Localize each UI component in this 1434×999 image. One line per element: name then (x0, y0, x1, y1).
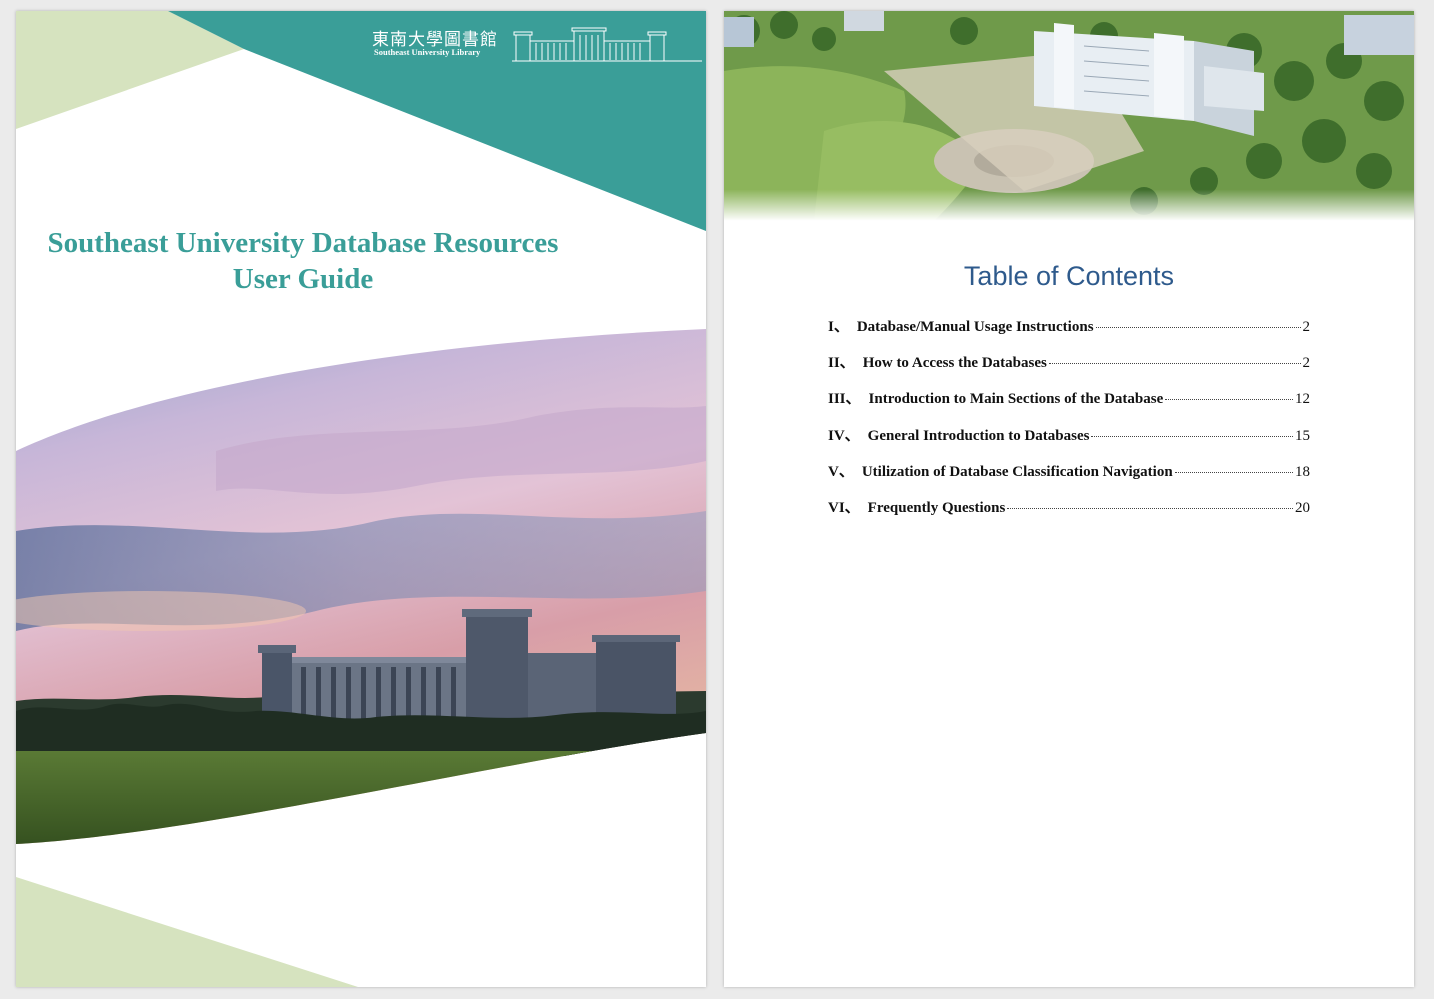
toc-entry-title: General Introduction to Databases (867, 427, 1090, 444)
library-building-icon (512, 27, 702, 62)
logo-english-name: Southeast University Library (374, 47, 481, 57)
toc-entry-title: How to Access the Databases (862, 355, 1047, 372)
toc-leader-dots (1174, 471, 1293, 473)
toc-leader-dots (1095, 327, 1301, 328)
toc-entry-6[interactable]: VI、 Frequently Questions 20 (828, 496, 1310, 532)
toc-leader-dots (1091, 435, 1293, 437)
toc-heading: Table of Contents (963, 261, 1175, 291)
toc-entry-4[interactable]: IV、 General Introduction to Databases 15 (828, 424, 1310, 460)
toc-leader-dots (1165, 399, 1293, 401)
library-photo (16, 329, 706, 844)
toc-entry-number: IV、 (828, 427, 860, 444)
toc-entry-number: III、 (828, 391, 861, 408)
toc-entry-page: 12 (1295, 391, 1310, 408)
toc-page: Table of Contents I、 Database/Manual Usa… (724, 11, 1414, 987)
toc-entry-number: II、 (828, 355, 855, 372)
toc-entry-title: Introduction to Main Sections of the Dat… (868, 391, 1164, 408)
toc-entry-title: Database/Manual Usage Instructions (856, 319, 1094, 335)
toc-entry-number: I、 (828, 319, 849, 335)
toc-entry-number: V、 (828, 463, 854, 480)
toc-list: I、 Database/Manual Usage Instructions 2 … (828, 315, 1310, 532)
toc-entry-number: VI、 (828, 499, 860, 516)
cover-title: Southeast University Database Resources … (16, 225, 590, 297)
toc-entry-3[interactable]: III、 Introduction to Main Sections of th… (828, 387, 1310, 423)
toc-entry-title: Utilization of Database Classification N… (861, 463, 1173, 480)
toc-leader-dots (1048, 363, 1301, 365)
toc-entry-page: 20 (1295, 499, 1310, 516)
toc-entry-page: 18 (1295, 463, 1310, 480)
toc-entry-page: 2 (1302, 319, 1311, 335)
toc-entry-title: Frequently Questions (867, 499, 1006, 516)
toc-entry-1[interactable]: I、 Database/Manual Usage Instructions 2 (828, 315, 1310, 351)
toc-entry-page: 15 (1295, 427, 1310, 444)
library-logo: 東南大學圖書館 Southeast University Library (372, 25, 702, 65)
cover-title-line1: Southeast University Database Resources (47, 227, 559, 259)
toc-entry-5[interactable]: V、 Utilization of Database Classificatio… (828, 460, 1310, 496)
cover-title-line2: User Guide (232, 263, 374, 295)
campus-aerial-photo (724, 11, 1414, 221)
toc-leader-dots (1007, 507, 1293, 509)
toc-entry-2[interactable]: II、 How to Access the Databases 2 (828, 351, 1310, 387)
toc-entry-page: 2 (1302, 355, 1311, 372)
cover-artwork (16, 11, 706, 987)
cover-page: 東南大學圖書館 Southeast University Library Sou… (16, 11, 706, 987)
light-green-corner-bottom (16, 877, 358, 987)
